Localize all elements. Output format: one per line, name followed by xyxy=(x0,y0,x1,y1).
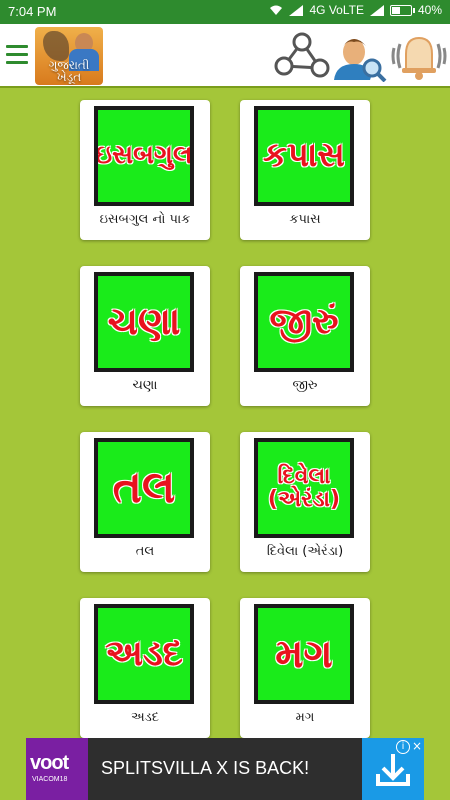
status-bar: 7:04 PM 4G VoLTE 40% xyxy=(0,0,450,24)
wifi-icon xyxy=(270,5,283,15)
crop-tile: ઇસબગુલ xyxy=(92,104,196,208)
ad-brand-sub: VIACOM18 xyxy=(32,776,68,783)
status-time: 7:04 PM xyxy=(8,4,57,19)
crop-tile: તલ xyxy=(92,436,196,540)
crop-tile: મગ xyxy=(252,602,356,706)
crop-card-tal[interactable]: તલ તલ xyxy=(80,432,210,572)
crop-tile-text: મગ xyxy=(275,631,333,677)
crop-label: અડદ xyxy=(130,710,160,725)
crop-label: દિવેલા (એરંડા) xyxy=(266,544,344,559)
app-logo: ગુજરાતી ખેડૂત xyxy=(35,27,103,85)
ad-download-button[interactable]: i × xyxy=(362,738,424,800)
bell-icon[interactable] xyxy=(390,30,448,82)
crop-card-chana[interactable]: ચણા ચણા xyxy=(80,266,210,406)
crop-tile: જીરું xyxy=(252,270,356,374)
crop-tile-line2: (એરંડા) xyxy=(267,487,341,512)
ad-brand-name: voot xyxy=(30,752,69,774)
ad-banner[interactable]: voot VIACOM18 SPLITSVILLA X IS BACK! i × xyxy=(26,738,424,800)
crop-tile: અડદ xyxy=(92,602,196,706)
battery-percent: 40% xyxy=(417,3,442,17)
crop-tile-line1: દિવેલા xyxy=(277,463,331,489)
crop-tile: ચણા xyxy=(92,270,196,374)
ad-close-icon[interactable]: × xyxy=(412,739,422,753)
crop-tile-text: કપાસ xyxy=(263,135,345,176)
ad-brand-logo: voot VIACOM18 xyxy=(26,738,88,800)
ad-info-icon[interactable]: i xyxy=(396,740,410,754)
app-logo-text: ગુજરાતી ખેડૂત xyxy=(48,58,90,84)
crop-card-jiru[interactable]: જીરું જીરુ xyxy=(240,266,370,406)
network-type: 4G VoLTE xyxy=(309,3,364,17)
status-right: 4G VoLTE 40% xyxy=(269,3,442,17)
share-icon[interactable] xyxy=(272,30,330,82)
crop-tile-text: જીરું xyxy=(269,301,339,343)
crop-tile: દિવેલા (એરંડા) xyxy=(252,436,356,540)
signal-icon xyxy=(289,4,304,16)
crop-tile-text: તલ xyxy=(112,461,176,513)
crop-label: ઇસબગુલ નો પાક xyxy=(99,212,191,227)
crop-tile-text: ઇસબગુલ xyxy=(95,140,193,171)
crop-card-divela[interactable]: દિવેલા (એરંડા) દિવેલા (એરંડા) xyxy=(240,432,370,572)
app-bar: ગુજરાતી ખેડૂત xyxy=(0,24,450,88)
ad-headline: SPLITSVILLA X IS BACK! xyxy=(101,758,310,778)
crop-label: મગ xyxy=(295,710,315,725)
crop-card-isabgul[interactable]: ઇસબગુલ ઇસબગુલ નો પાક xyxy=(80,100,210,240)
crop-label: કપાસ xyxy=(289,212,321,227)
signal-icon-2 xyxy=(369,4,384,16)
crop-tile-text: અડદ xyxy=(105,633,183,675)
crop-tile: કપાસ xyxy=(252,104,356,208)
crop-tile-text: દિવેલા (એરંડા) xyxy=(268,465,340,511)
crop-label: ચણા xyxy=(132,378,158,393)
crop-card-adad[interactable]: અડદ અડદ xyxy=(80,598,210,738)
crop-card-kapas[interactable]: કપાસ કપાસ xyxy=(240,100,370,240)
battery-icon xyxy=(389,4,415,16)
crop-label: તલ xyxy=(135,544,155,559)
crop-card-mag[interactable]: મગ મગ xyxy=(240,598,370,738)
user-search-icon[interactable] xyxy=(330,30,388,82)
menu-icon[interactable] xyxy=(6,40,28,70)
crop-tile-text: ચણા xyxy=(107,299,181,344)
crop-label: જીરુ xyxy=(292,378,318,393)
